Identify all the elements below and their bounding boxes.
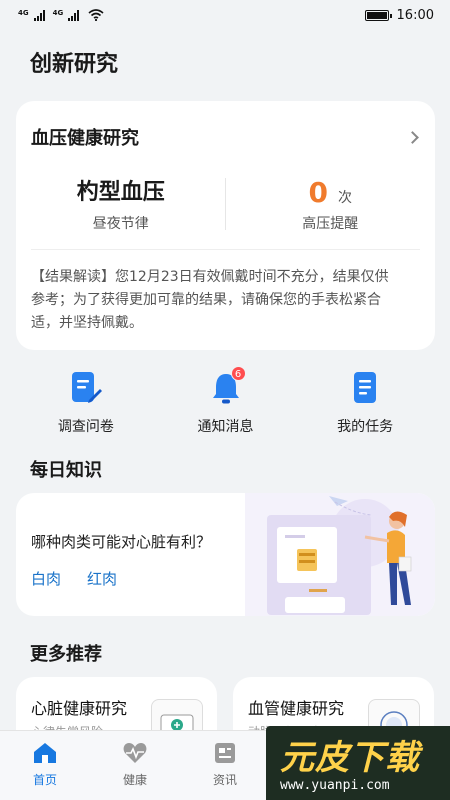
result-note-line: 【结果解读】您12月23日有效佩戴时间不充分，结果仅供	[31, 269, 389, 285]
knowledge-question: 哪种肉类可能对心脏有利？	[31, 533, 212, 551]
task-icon	[345, 368, 385, 408]
bp-study-card[interactable]: 血压健康研究 杓型血压 昼夜节律 0 次 高压提醒 【结果解读】您12月23日有…	[16, 101, 435, 350]
signal-icon	[68, 9, 80, 21]
tab-news-label: 资讯	[212, 773, 237, 787]
tab-health[interactable]: 健康	[90, 731, 180, 800]
result-note-line: 参考；为了获得更加可靠的结果，请确保您的手表松紧合	[31, 292, 381, 308]
bp-stats: 杓型血压 昼夜节律 0 次 高压提醒	[16, 173, 435, 241]
clock: 16:00	[396, 7, 434, 23]
chevron-right-icon[interactable]	[406, 130, 419, 144]
divider	[225, 178, 226, 230]
notification-badge: 6	[230, 366, 246, 381]
bp-rhythm-value: 杓型血压	[76, 180, 165, 205]
quick-actions: 调查问卷 6 通知消息 我的任务	[16, 362, 435, 442]
watermark: 元皮下载 www.yuanpi.com	[266, 726, 450, 800]
notifications-label: 通知消息	[197, 419, 254, 435]
tab-home[interactable]: 首页	[0, 731, 90, 800]
bp-alert-number: 0	[308, 176, 328, 209]
news-icon	[215, 743, 235, 763]
bp-alert-label: 高压提醒	[302, 216, 359, 232]
notifications-button[interactable]: 6 通知消息	[156, 362, 296, 442]
survey-button[interactable]: 调查问卷	[16, 362, 156, 442]
survey-icon	[66, 368, 106, 408]
daily-knowledge-title: 每日知识	[30, 460, 102, 481]
bp-alert-unit: 次	[337, 190, 352, 206]
status-bar: 4G 4G 16:00	[0, 0, 450, 30]
bp-card-header[interactable]: 血压健康研究	[16, 101, 435, 173]
my-tasks-label: 我的任务	[337, 419, 394, 435]
bp-alert-stat: 0 次 高压提醒	[226, 173, 436, 241]
wifi-icon	[88, 9, 104, 21]
status-left: 4G 4G	[18, 9, 104, 21]
daily-knowledge-card: 哪种肉类可能对心脏有利？ 白肉 红肉	[16, 493, 435, 616]
status-right: 16:00	[364, 7, 434, 23]
vascular-study-title: 血管健康研究	[248, 699, 345, 718]
bp-rhythm-label: 昼夜节律	[92, 216, 149, 232]
knowledge-options: 白肉 红肉	[31, 568, 117, 589]
option-white-meat[interactable]: 白肉	[31, 568, 61, 589]
knowledge-illustration	[245, 493, 435, 616]
option-red-meat[interactable]: 红肉	[87, 568, 117, 589]
heart-study-title: 心脏健康研究	[31, 699, 128, 718]
my-tasks-button[interactable]: 我的任务	[295, 362, 435, 442]
network-type-1: 4G	[18, 9, 29, 17]
result-note-line: 适，并坚持佩戴。	[31, 315, 143, 331]
battery-icon	[364, 9, 392, 21]
signal-icon	[33, 9, 45, 21]
tab-news[interactable]: 资讯	[180, 731, 270, 800]
bp-alert-count: 0 次	[309, 173, 352, 213]
home-icon	[34, 743, 56, 763]
watermark-logo-text: 元皮下载	[280, 738, 420, 778]
more-recommend-title: 更多推荐	[30, 644, 102, 665]
survey-label: 调查问卷	[57, 419, 114, 435]
bp-rhythm-stat: 杓型血压 昼夜节律	[16, 173, 226, 241]
bp-card-title: 血压健康研究	[31, 128, 139, 149]
watermark-url: www.yuanpi.com	[280, 778, 390, 793]
heart-pulse-icon	[123, 743, 147, 763]
bell-icon: 6	[206, 366, 246, 408]
tab-health-label: 健康	[122, 773, 147, 787]
network-type-2: 4G	[52, 9, 64, 17]
result-note: 【结果解读】您12月23日有效佩戴时间不充分，结果仅供 参考；为了获得更加可靠的…	[16, 250, 435, 335]
tab-home-label: 首页	[32, 773, 57, 787]
